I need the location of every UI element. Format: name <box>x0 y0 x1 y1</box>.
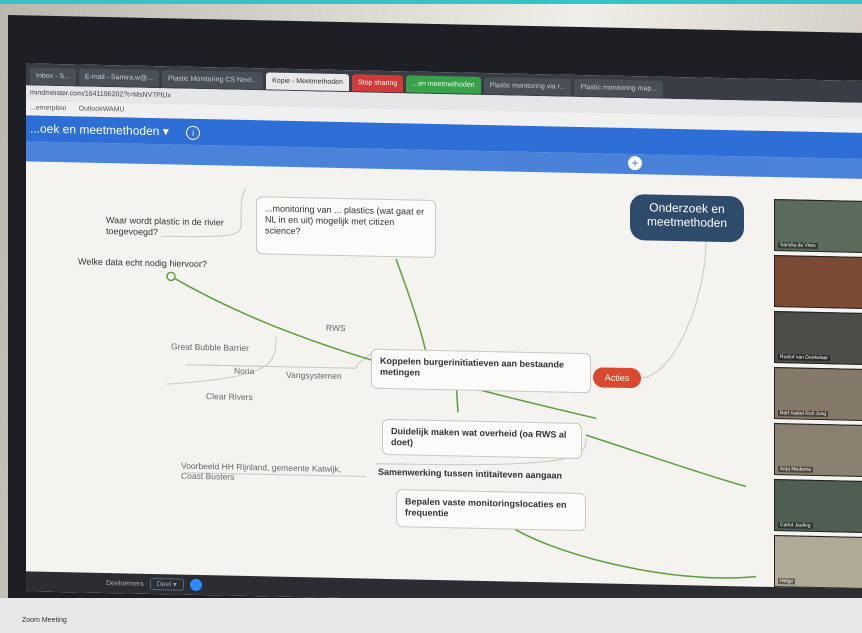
mindmap-canvas[interactable]: Waar wordt plastic in de rivier toegevoe… <box>26 161 862 589</box>
zoom-participants-panel: Sandra de Vries Roelof van Donkelaar Bar… <box>774 199 862 609</box>
add-node-icon[interactable]: + <box>628 155 642 171</box>
tab-email[interactable]: E-mail - Samira.w@... <box>78 68 160 88</box>
node-rws[interactable]: RWS <box>326 323 346 334</box>
tab-monitoring-map[interactable]: Plastic monitoring map... <box>574 78 664 98</box>
record-icon[interactable] <box>189 578 202 592</box>
participant-tile[interactable]: Carlot Jeeling <box>774 479 862 533</box>
participant-tile[interactable]: Bart Isabel Roil Jong <box>774 367 862 421</box>
lower-window-strip <box>0 598 862 633</box>
node-great-bubble[interactable]: Great Bubble Barrier <box>171 341 249 353</box>
tab-meetmethoden[interactable]: ...en meetmethoden <box>406 75 481 94</box>
bookmark-item[interactable]: ...emerplein <box>30 104 67 116</box>
participant-tile[interactable] <box>774 255 862 309</box>
tab-stop-sharing[interactable]: Stop sharing <box>351 74 404 93</box>
tab-inbox[interactable]: Inbox - S... <box>30 67 76 86</box>
central-topic[interactable]: Onderzoek en meetmethoden <box>630 194 744 243</box>
tab-plastic-monitoring[interactable]: Plastic Monitoring CS Next... <box>162 70 264 90</box>
tab-monitoring-r[interactable]: Plastic monitoring via r... <box>483 76 572 96</box>
tab-kopie[interactable]: Kopie - Meetmethoden <box>266 72 349 92</box>
participant-tile[interactable]: Roelof van Donkelaar <box>774 311 862 365</box>
node-citizen-science[interactable]: ...monitoring van ... plastics (wat gaat… <box>256 196 436 258</box>
participant-tile[interactable]: Sandra de Vries <box>774 199 862 253</box>
node-duidelijk[interactable]: Duidelijk maken wat overheid (oa RWS al … <box>382 418 582 460</box>
info-icon[interactable]: i <box>186 125 201 141</box>
top-accent-stripe <box>0 0 862 4</box>
node-bepalen[interactable]: Bepalen vaste monitoringslocaties en fre… <box>396 489 586 532</box>
node-clear-rivers[interactable]: Clear Rivers <box>206 391 253 402</box>
participant-tile[interactable]: Anja Medema <box>774 423 862 477</box>
participants-label[interactable]: Deelnemers <box>106 580 144 588</box>
node-waar-plastic[interactable]: Waar wordt plastic in de rivier toegevoe… <box>106 215 236 239</box>
monitor: Inbox - S... E-mail - Samira.w@... Plast… <box>8 15 862 633</box>
node-noria[interactable]: Noria <box>234 366 254 377</box>
node-voorbeeld[interactable]: Voorbeeld HH Rijnland, gemeente Katwijk,… <box>181 461 361 485</box>
node-vangsystemen[interactable]: Vangsystemen <box>286 370 342 381</box>
node-acties[interactable]: Acties <box>593 367 641 389</box>
screen: Inbox - S... E-mail - Samira.w@... Plast… <box>26 63 862 610</box>
zoom-window-label: Zoom Meeting <box>22 617 67 624</box>
node-koppelen[interactable]: Koppelen burgerinitiatieven aan bestaand… <box>371 348 591 394</box>
participant-tile[interactable]: Helge <box>774 535 862 589</box>
share-button[interactable]: Deel ▾ <box>149 577 184 591</box>
map-title[interactable]: ...oek en meetmethoden ▾ <box>30 121 169 138</box>
